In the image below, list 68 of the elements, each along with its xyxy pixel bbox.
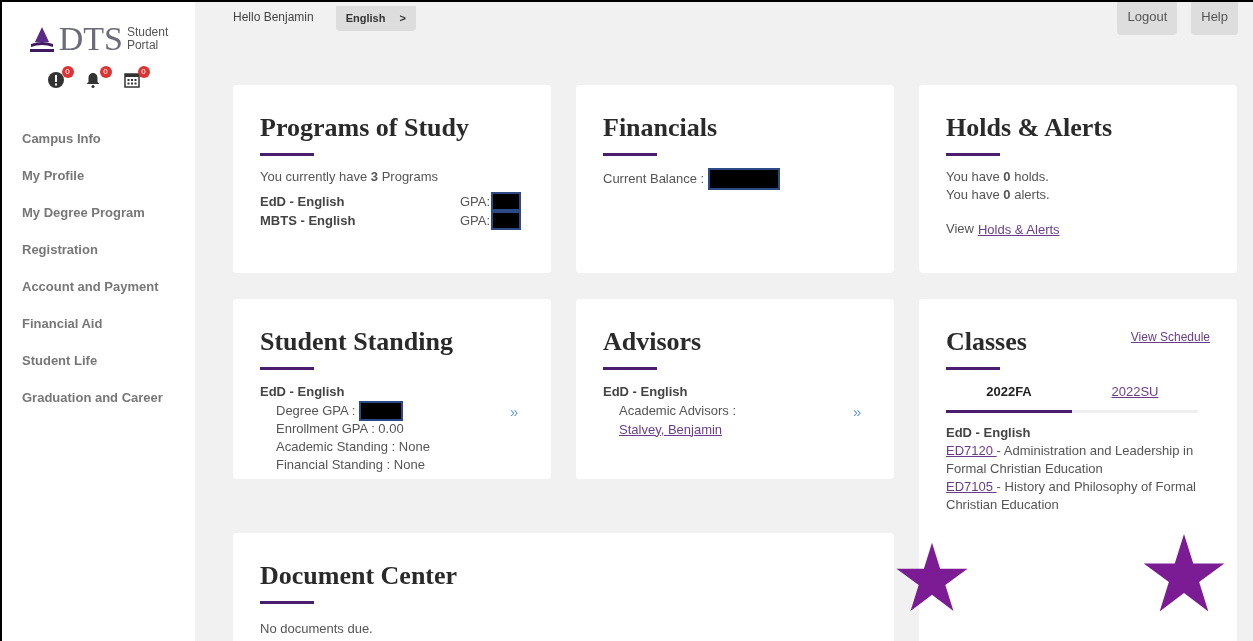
bell-icon [85, 72, 100, 88]
gpa-label: GPA: [460, 192, 491, 211]
course-link[interactable]: ED7105 [946, 479, 997, 494]
card-title: Student Standing [260, 327, 453, 357]
programs-summary: You currently have 3 Programs [260, 168, 439, 186]
term-tab[interactable]: 2022FA [946, 382, 1072, 413]
course-link[interactable]: ED7120 [946, 443, 997, 458]
program-name: EdD - English [946, 423, 1032, 442]
card-title: Advisors [603, 327, 702, 357]
nav-link[interactable]: Graduation and Career [22, 379, 163, 416]
course-entry: ED7120 - Administration and Leadership in Formal Christian Education [946, 442, 1195, 478]
card-title: Document Center [260, 561, 458, 591]
nav-link[interactable]: Financial Aid [22, 305, 103, 342]
title-underline [260, 153, 314, 156]
title-underline [260, 367, 314, 370]
program-name: EdD - English [260, 192, 346, 211]
schedule-link[interactable]: View Schedule [1130, 328, 1210, 346]
card-title: Programs of Study [260, 113, 469, 143]
card-title: Financials [603, 113, 718, 143]
balance-label: Current Balance : [603, 170, 705, 188]
nav-link[interactable]: Account and Payment [22, 268, 159, 305]
standing-detail: Degree GPA : [276, 401, 356, 420]
card-title: Holds & Alerts [946, 113, 1113, 143]
nav-link[interactable]: My Profile [22, 157, 85, 194]
gpa-label: GPA: [460, 211, 491, 230]
title-underline [603, 153, 657, 156]
term-tab[interactable]: 2022SU [1072, 382, 1198, 410]
nav-link[interactable]: My Degree Program [22, 194, 145, 231]
more-link[interactable]: » [853, 401, 862, 424]
more-link[interactable]: » [510, 401, 519, 424]
program-name: MBTS - English [260, 211, 357, 230]
header-button[interactable]: Help [1191, 2, 1238, 35]
title-underline [946, 153, 1000, 156]
nav-link[interactable]: Student Life [22, 342, 98, 379]
notification-button[interactable]: 0 [123, 66, 150, 88]
advisor-label: Academic Advisors : [619, 401, 737, 420]
greeting: Hello Benjamin [233, 9, 314, 26]
logo-icon [28, 26, 55, 52]
course-entry: ED7105 - History and Philosophy of Formal Christian Education [946, 478, 1197, 514]
card-title: Classes [946, 327, 1027, 357]
header-button[interactable]: Logout [1117, 2, 1178, 35]
holds-summary: You have 0 holds. [946, 168, 1050, 186]
documents-message: No documents due. [260, 621, 373, 636]
notification-button[interactable]: 0 [47, 66, 74, 88]
holds-summary: You have 0 alerts. [946, 186, 1051, 204]
standing-detail: Academic Standing : None [276, 437, 430, 456]
program-name: EdD - English [603, 383, 689, 401]
standing-detail: Enrollment GPA : 0.00 [276, 419, 404, 438]
notification-button[interactable]: 0 [85, 66, 112, 88]
alert-icon [47, 72, 64, 88]
count-badge: 0 [61, 66, 74, 78]
title-underline [260, 601, 314, 604]
count-badge: 0 [99, 66, 112, 78]
nav-link[interactable]: Registration [22, 231, 98, 268]
program-name: EdD - English [260, 383, 346, 401]
count-badge: 0 [137, 66, 150, 78]
nav-link[interactable]: Campus Info [22, 120, 101, 157]
language-button[interactable]: English > [335, 6, 416, 31]
title-underline [946, 367, 1000, 370]
advisor-link[interactable]: Stalvey, Benjamin [619, 419, 723, 439]
standing-detail: Financial Standing : None [276, 455, 425, 474]
view-label: View [946, 220, 974, 238]
holds-link[interactable]: Holds & Alerts [977, 220, 1060, 239]
calendar-icon [123, 72, 140, 88]
logo-subtitle: Portal [126, 39, 160, 52]
logo-text: DTS [58, 22, 123, 56]
logo-subtitle: Student [126, 26, 169, 39]
title-underline [603, 367, 657, 370]
